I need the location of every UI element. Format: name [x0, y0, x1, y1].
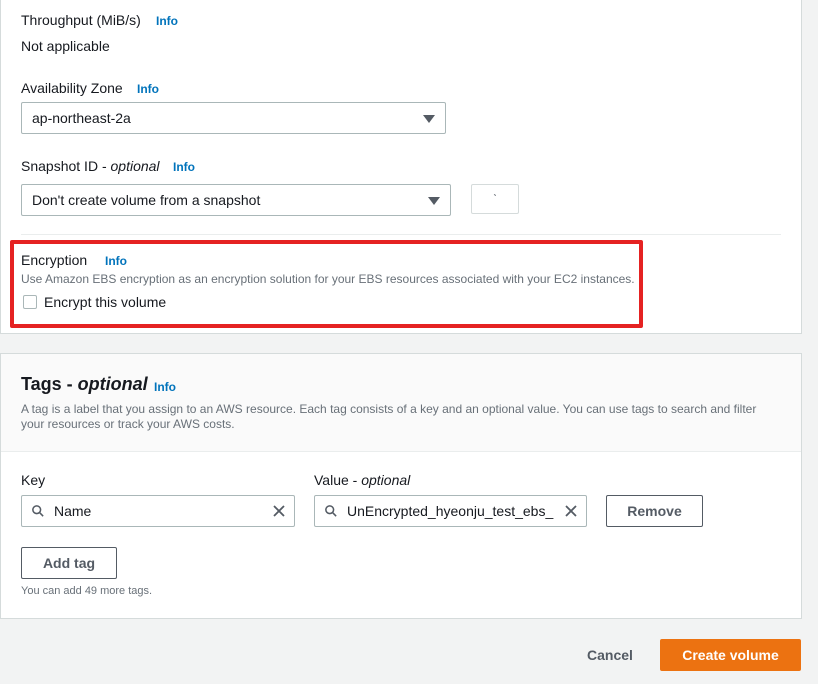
tag-value-value: UnEncrypted_hyeonju_test_ebs_ — [347, 503, 554, 519]
tags-panel-header: Tags - optional Info A tag is a label th… — [1, 354, 801, 452]
remaining-tags-note: You can add 49 more tags. — [21, 585, 153, 597]
remove-tag-button[interactable]: Remove — [606, 495, 703, 527]
refresh-snapshots-button[interactable]: ˋ — [471, 184, 519, 214]
availability-zone-select[interactable]: ap-northeast-2a — [21, 102, 446, 134]
tags-description-line1: A tag is a label that you assign to an A… — [21, 402, 757, 416]
search-icon — [325, 505, 337, 517]
tags-title: Tags - optional — [21, 374, 148, 394]
cancel-button[interactable]: Cancel — [587, 647, 633, 663]
search-icon — [32, 505, 44, 517]
tags-info-link[interactable]: Info — [154, 380, 176, 394]
snapshot-selected-value: Don't create volume from a snapshot — [32, 192, 261, 208]
availability-zone-info-link[interactable]: Info — [137, 82, 159, 96]
clear-icon[interactable] — [272, 504, 286, 518]
tag-value-input[interactable]: UnEncrypted_hyeonju_test_ebs_ — [314, 495, 587, 527]
clear-icon[interactable] — [564, 504, 578, 518]
throughput-info-link[interactable]: Info — [156, 14, 178, 28]
refresh-icon: ˋ — [493, 192, 497, 206]
snapshot-id-label: Snapshot ID - optional — [21, 158, 160, 174]
tag-key-input[interactable]: Name — [21, 495, 295, 527]
availability-zone-label: Availability Zone — [21, 80, 123, 96]
tag-key-label: Key — [21, 472, 46, 488]
caret-down-icon — [428, 197, 440, 205]
throughput-label: Throughput (MiB/s) — [21, 12, 141, 28]
create-volume-button[interactable]: Create volume — [660, 639, 801, 671]
snapshot-select[interactable]: Don't create volume from a snapshot — [21, 184, 451, 216]
caret-down-icon — [423, 115, 435, 123]
tag-key-value: Name — [54, 503, 92, 519]
throughput-value: Not applicable — [21, 38, 110, 54]
tag-value-label: Value - optional — [314, 472, 411, 488]
add-tag-button[interactable]: Add tag — [21, 547, 117, 579]
divider — [21, 234, 781, 235]
encryption-highlight-box — [10, 240, 643, 328]
tags-description-line2: your resources or track your AWS costs. — [21, 417, 235, 431]
availability-zone-selected-value: ap-northeast-2a — [32, 110, 131, 126]
tags-panel: Tags - optional Info A tag is a label th… — [0, 353, 802, 619]
snapshot-info-link[interactable]: Info — [173, 160, 195, 174]
